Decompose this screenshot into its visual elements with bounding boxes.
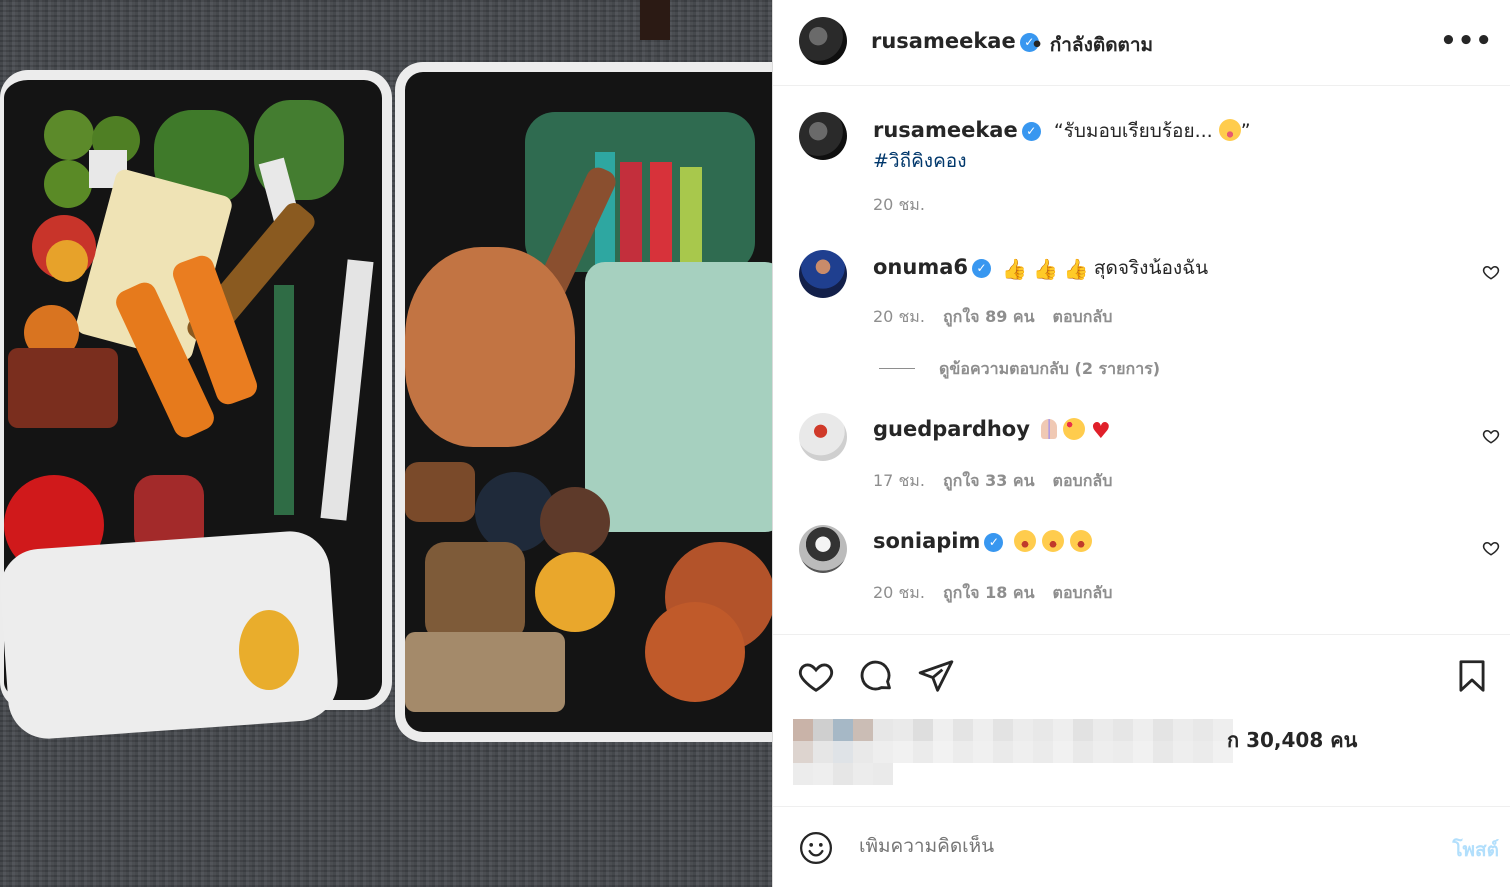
comment-likes[interactable]: ถูกใจ 89 คน bbox=[943, 307, 1035, 326]
comment-input[interactable] bbox=[859, 835, 1399, 857]
likes-summary-blurred bbox=[793, 719, 1233, 785]
likes-count[interactable]: ก 30,408 คน bbox=[1227, 724, 1357, 756]
furniture-leg bbox=[640, 0, 670, 40]
follow-status[interactable]: • กำลังติดตาม bbox=[1031, 30, 1153, 60]
verified-badge-icon: ✓ bbox=[972, 259, 991, 278]
like-comment-heart-icon[interactable] bbox=[1482, 539, 1500, 557]
caption-quote-end: ” bbox=[1240, 120, 1251, 142]
verified-badge-icon: ✓ bbox=[1021, 122, 1041, 141]
like-comment-heart-icon[interactable] bbox=[1482, 427, 1500, 445]
reply-button[interactable]: ตอบกลับ bbox=[1053, 583, 1113, 602]
divider-line bbox=[879, 368, 915, 369]
commenter-avatar[interactable] bbox=[799, 250, 847, 298]
notebook bbox=[320, 259, 374, 521]
author-avatar[interactable] bbox=[799, 17, 847, 65]
laughing-emoji-icon bbox=[1070, 530, 1093, 552]
post-detail-panel: rusameekae ✓ • กำลังติดตาม ••• rusameekae… bbox=[772, 0, 1510, 887]
lime bbox=[44, 110, 94, 160]
reply-button[interactable]: ตอบกลับ bbox=[1053, 471, 1113, 490]
commenter-avatar[interactable] bbox=[799, 525, 847, 573]
comment-meta: 20 ชม. ถูกใจ 89 คน ตอบกลับ bbox=[873, 305, 1112, 330]
caption-username[interactable]: rusameekae bbox=[873, 118, 1018, 142]
like-comment-heart-icon[interactable] bbox=[1482, 263, 1500, 281]
comment-text: สุดจริงน้องฉัน bbox=[1093, 257, 1209, 279]
tongue-emoji-icon bbox=[1218, 119, 1241, 141]
palm-sugar bbox=[8, 348, 118, 428]
tomato bbox=[46, 240, 88, 282]
jar bbox=[239, 610, 299, 690]
comment-meta: 20 ชม. ถูกใจ 18 คน ตอบกลับ bbox=[873, 581, 1112, 606]
caption-avatar[interactable] bbox=[799, 112, 847, 160]
emoji-icon[interactable] bbox=[799, 831, 833, 865]
comment-time[interactable]: 20 ชม. bbox=[873, 583, 925, 602]
protein-packs bbox=[585, 262, 772, 532]
share-icon[interactable] bbox=[917, 657, 955, 695]
post-image[interactable] bbox=[0, 0, 772, 887]
vitamin-tube bbox=[680, 167, 702, 267]
caption: rusameekae ✓ “รับมอบเรียบร้อย... ” bbox=[873, 116, 1251, 146]
comment-username[interactable]: soniapim bbox=[873, 529, 980, 553]
thumbs-up-emoji-icon: 👍 bbox=[1033, 257, 1058, 281]
jar bbox=[425, 542, 525, 642]
left-suitcase bbox=[0, 70, 392, 742]
bookmark-icon[interactable] bbox=[1453, 657, 1491, 695]
thumbs-up-emoji-icon: 👍 bbox=[1063, 257, 1089, 281]
smiling-hearts-emoji-icon bbox=[1063, 418, 1086, 440]
mortar bbox=[405, 247, 575, 447]
comment-body: onuma6 ✓ 👍 👍 👍 สุดจริงน้องฉัน bbox=[873, 253, 1208, 283]
comment-time[interactable]: 17 ชม. bbox=[873, 471, 925, 490]
comment-time[interactable]: 20 ชม. bbox=[873, 307, 925, 326]
view-replies-button[interactable]: ดูข้อความตอบกลับ (2 รายการ) bbox=[879, 357, 1160, 382]
canned-food bbox=[645, 602, 745, 702]
comment-icon[interactable] bbox=[857, 657, 895, 695]
laughing-emoji-icon bbox=[1014, 530, 1037, 552]
vitamin-tube bbox=[650, 162, 672, 272]
author-username-text[interactable]: rusameekae bbox=[871, 29, 1016, 53]
peeler-pack bbox=[274, 285, 294, 515]
jar bbox=[535, 552, 615, 632]
red-heart-emoji-icon: ♥ bbox=[1091, 419, 1111, 444]
comment-username[interactable]: onuma6 bbox=[873, 255, 968, 279]
jar bbox=[540, 487, 610, 557]
comment-body: soniapim ✓ bbox=[873, 529, 1093, 553]
lime bbox=[44, 160, 92, 208]
author-username[interactable]: rusameekae ✓ bbox=[871, 29, 1039, 53]
post-header: rusameekae ✓ • กำลังติดตาม ••• bbox=[773, 0, 1510, 86]
comment-meta: 17 ชม. ถูกใจ 33 คน ตอบกลับ bbox=[873, 469, 1112, 494]
commenter-avatar[interactable] bbox=[799, 413, 847, 461]
pray-emoji-icon bbox=[1041, 419, 1058, 439]
snack-pack bbox=[405, 632, 565, 712]
more-options-icon[interactable]: ••• bbox=[1440, 26, 1493, 56]
reply-button[interactable]: ตอบกลับ bbox=[1053, 307, 1113, 326]
laughing-emoji-icon bbox=[1042, 530, 1065, 552]
comment-username[interactable]: guedpardhoy bbox=[873, 417, 1030, 441]
view-replies-label[interactable]: ดูข้อความตอบกลับ (2 รายการ) bbox=[939, 359, 1160, 378]
comment-likes[interactable]: ถูกใจ 18 คน bbox=[943, 583, 1035, 602]
heart-icon[interactable] bbox=[797, 657, 835, 695]
post-actions: ก 30,408 คน bbox=[773, 634, 1510, 806]
caption-timestamp[interactable]: 20 ชม. bbox=[873, 193, 925, 218]
thumbs-up-emoji-icon: 👍 bbox=[1002, 257, 1027, 281]
hashtag-link[interactable]: #วิถีคิงคอง bbox=[873, 146, 966, 176]
caption-text: “รับมอบเรียบร้อย... bbox=[1053, 120, 1213, 142]
comment-likes[interactable]: ถูกใจ 33 คน bbox=[943, 471, 1035, 490]
comment-bar: โพสต์ bbox=[773, 806, 1510, 887]
verified-badge-icon: ✓ bbox=[984, 533, 1004, 552]
jar bbox=[405, 462, 475, 522]
post-comment-button[interactable]: โพสต์ bbox=[1452, 835, 1499, 865]
right-suitcase bbox=[395, 62, 772, 742]
comment-body: guedpardhoy ♥ bbox=[873, 417, 1111, 444]
